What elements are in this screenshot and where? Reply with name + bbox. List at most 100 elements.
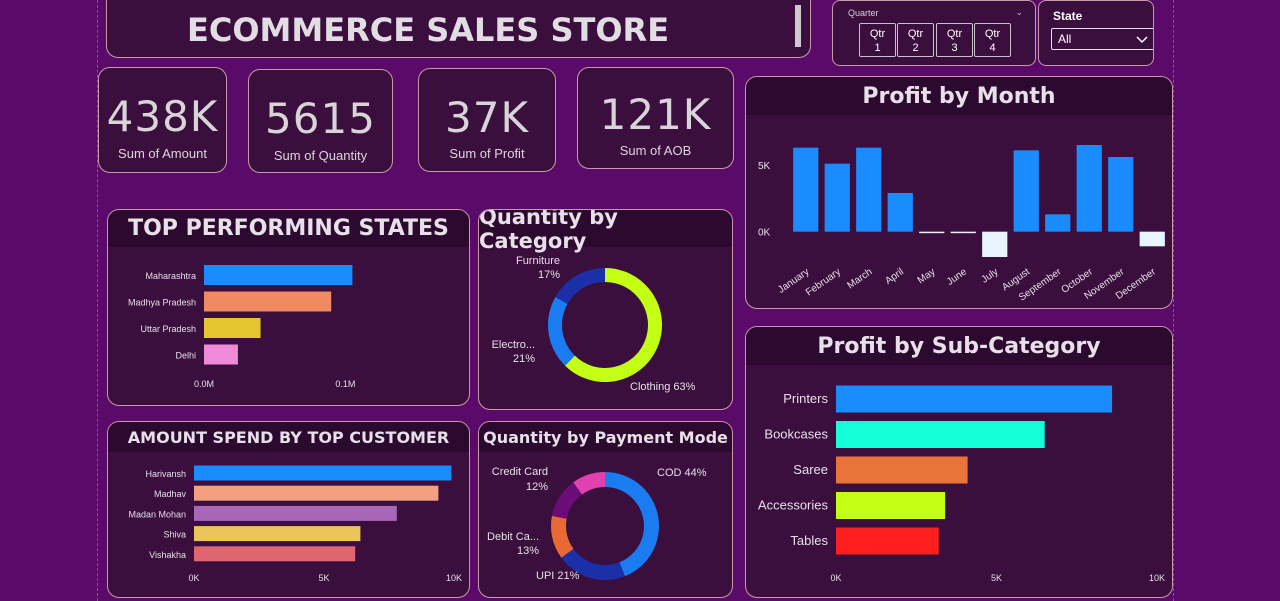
bar-category-label: Accessories: [758, 498, 829, 513]
category-chart: Clothing 63% Electro... 21% Furniture 17%: [492, 255, 696, 393]
bar: [887, 193, 913, 232]
slice-label: UPI 21%: [536, 570, 580, 582]
quarter-button-4[interactable]: Qtr 4: [974, 23, 1011, 57]
x-tick-label: 0K: [830, 573, 841, 583]
x-tick-label: 5K: [318, 573, 329, 583]
bar-category-label: Maharashtra: [145, 271, 196, 281]
slice-percent-label: 21%: [513, 353, 535, 365]
bar: [950, 231, 976, 234]
bar: [204, 344, 238, 365]
kpi-label: Sum of Amount: [118, 146, 207, 161]
x-tick-label: 0K: [188, 573, 199, 583]
quarter-button-2[interactable]: Qtr 2: [897, 23, 934, 57]
y-tick-label: 5K: [758, 161, 771, 172]
payment-title: Quantity by Payment Mode: [479, 422, 732, 452]
x-tick-label: 0.1M: [335, 379, 355, 389]
slice-label: Credit Card: [492, 466, 548, 478]
bar: [836, 421, 1045, 448]
slice-percent-label: 13%: [517, 545, 539, 557]
donut-slice: [555, 268, 605, 304]
chevron-down-icon: [1136, 36, 1148, 44]
bar: [194, 505, 397, 521]
category-card: Quantity by Category Clothing 63% Electro…: [478, 209, 733, 410]
state-dropdown[interactable]: All: [1051, 28, 1153, 50]
state-slicer-caption: State: [1053, 9, 1083, 23]
title-card: ECOMMERCE SALES STORE: [106, 0, 811, 58]
bar: [1013, 150, 1039, 232]
x-tick-label: 0.0M: [194, 379, 214, 389]
states-title: TOP PERFORMING STATES: [108, 210, 469, 247]
bar-category-label: Uttar Pradesh: [140, 324, 196, 334]
bar-category-label: Bookcases: [764, 427, 828, 442]
bar: [194, 485, 439, 501]
bar: [982, 231, 1008, 257]
bar-category-label: Harivansh: [145, 469, 186, 479]
slice-percent-label: 17%: [538, 269, 560, 281]
bar-category-label: Madhav: [154, 489, 187, 499]
title-scrollbar[interactable]: [795, 5, 801, 47]
bar: [793, 147, 819, 232]
bar-category-label: Printers: [783, 391, 828, 406]
customer-title: AMOUNT SPEND BY TOP CUSTOMER: [108, 422, 469, 452]
slice-label: Clothing 63%: [630, 381, 696, 393]
state-dropdown-value: All: [1058, 32, 1072, 46]
bar: [1076, 145, 1102, 232]
month-title: Profit by Month: [746, 77, 1172, 115]
bar: [204, 265, 353, 285]
bar: [194, 465, 452, 481]
bar: [204, 318, 261, 338]
slice-label: Furniture: [516, 255, 560, 267]
customer-card: AMOUNT SPEND BY TOP CUSTOMER Harivansh Ma…: [107, 421, 470, 598]
month-chart: 5K0KJanuaryFebruary March April May June July…: [758, 145, 1165, 304]
states-chart: Maharashtra Madhya Pradesh Uttar Pradesh De…: [128, 265, 355, 389]
bar: [836, 492, 946, 519]
x-tick-label: 5K: [991, 573, 1002, 583]
quarter-button-3[interactable]: Qtr 3: [936, 23, 973, 57]
month-card: Profit by Month 5K 0K January February March…: [745, 76, 1173, 309]
bar-category-label: Madhya Pradesh: [128, 298, 196, 308]
payment-chart: COD 44% UPI 21% Debit Ca... 13% Credit Card 1…: [487, 466, 707, 582]
slice-label: COD 44%: [657, 467, 707, 479]
x-tick-label: March: [845, 266, 874, 291]
state-slicer: State All: [1038, 0, 1154, 66]
bar: [194, 526, 361, 542]
bar-category-label: Shiva: [163, 530, 186, 540]
x-tick-label: February: [804, 266, 843, 298]
bar: [836, 456, 968, 484]
kpi-label: Sum of Quantity: [273, 148, 368, 163]
bar: [1108, 157, 1134, 232]
subcat-card: Profit by Sub-Category Printers Bookcases…: [745, 326, 1173, 598]
x-tick-label: April: [883, 266, 906, 286]
donut-slice: [605, 472, 659, 577]
bar-category-label: Vishakha: [149, 550, 186, 560]
slice-label: Debit Ca...: [487, 531, 539, 543]
y-tick-label: 0K: [758, 228, 771, 239]
kpi-value: 121K: [599, 90, 712, 139]
subcat-chart: Printers Bookcases Saree Accessories Tables 0…: [758, 385, 1165, 583]
kpi-label: Sum of AOB: [619, 143, 692, 158]
chevron-down-icon[interactable]: ⌄: [1015, 7, 1023, 18]
quarter-button-1[interactable]: Qtr 1: [859, 23, 896, 57]
bar-category-label: Delhi: [175, 351, 196, 361]
slice-label: Electro...: [492, 339, 535, 351]
bar: [919, 231, 945, 234]
canvas-right-guide: [1173, 0, 1174, 601]
kpi-card-aob: 121K Sum of AOB: [577, 67, 734, 169]
bar: [836, 385, 1113, 413]
kpi-label: Sum of Profit: [449, 146, 525, 161]
states-card: TOP PERFORMING STATES Maharashtra Madhya …: [107, 209, 470, 406]
kpi-value: 438K: [106, 92, 219, 141]
kpi-value: 37K: [445, 93, 529, 142]
category-title: Quantity by Category: [479, 210, 732, 253]
bar-category-label: Saree: [793, 462, 828, 477]
x-tick-label: June: [945, 266, 969, 288]
x-tick-label: May: [916, 266, 938, 286]
subcat-title: Profit by Sub-Category: [746, 327, 1172, 365]
kpi-value: 5615: [265, 94, 376, 143]
bar: [194, 546, 356, 562]
kpi-card-amount: 438K Sum of Amount: [98, 67, 227, 173]
bar: [856, 147, 882, 232]
bar-category-label: Madan Mohan: [128, 509, 186, 519]
slice-percent-label: 12%: [526, 481, 548, 493]
bar: [204, 291, 332, 312]
